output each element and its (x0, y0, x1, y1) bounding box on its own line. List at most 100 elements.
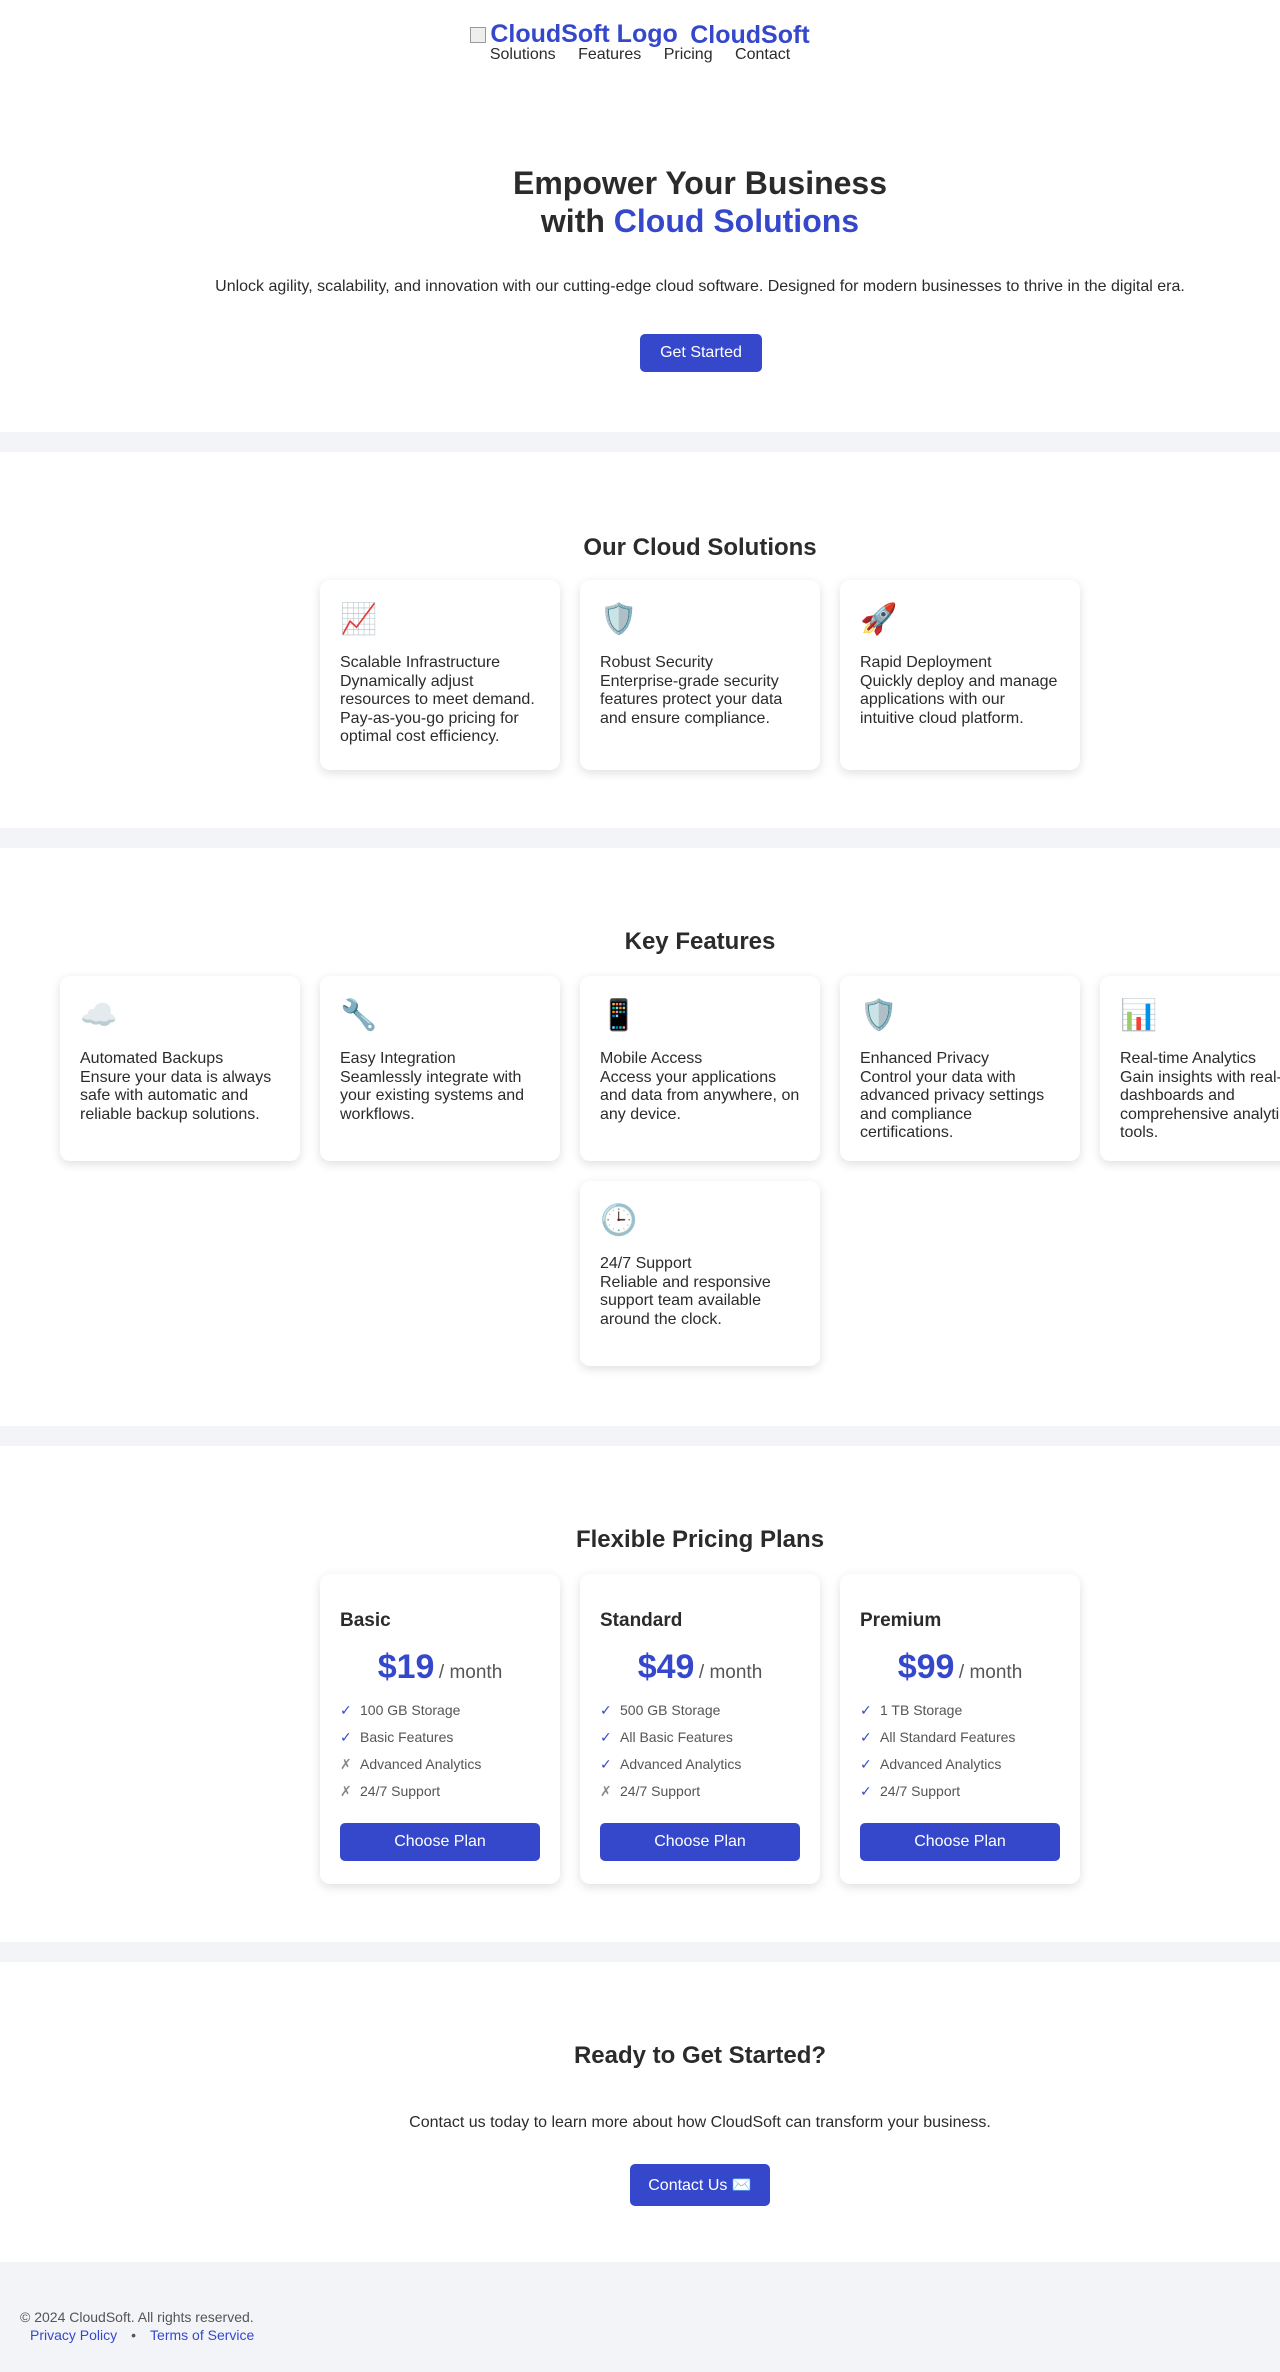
check-icon: ✓ (340, 1702, 352, 1718)
feature-card: 🛡️ Enhanced Privacy Control your data with… (840, 976, 1080, 1161)
solution-card-title: Robust Security (600, 654, 713, 671)
plan-feature-item: ✓ Basic Features (340, 1724, 540, 1751)
pricing-plan-card: Basic $19 / month ✓ 100 GB Storage ✓ Basic Fe… (320, 1574, 560, 1884)
features-section: Key Features ☁️ Automated Backups Ensure y… (0, 848, 1280, 1426)
feature-card-description: Control your data with advanced privacy … (860, 1068, 1045, 1142)
solution-card: 🛡️ Robust Security Enterprise-grade securi… (580, 580, 820, 770)
privacy-policy-link[interactable]: Privacy Policy (30, 2327, 117, 2343)
plan-feature-item: ✓ Advanced Analytics (860, 1751, 1060, 1778)
plan-feature-text: Advanced Analytics (880, 1756, 1002, 1772)
section-divider (0, 828, 1280, 848)
plan-feature-item: ✓ 500 GB Storage (600, 1697, 800, 1724)
plan-feature-text: Basic Features (360, 1729, 454, 1745)
shield-icon: 🛡️ (600, 603, 638, 636)
check-icon: ✓ (860, 1756, 872, 1772)
feature-card-description: Seamlessly integrate with your existing … (340, 1068, 525, 1123)
feature-card-title: 24/7 Support (600, 1255, 692, 1272)
section-divider (0, 1426, 1280, 1446)
check-icon: ✓ (600, 1702, 612, 1718)
plan-name: Standard (600, 1610, 683, 1631)
plan-period: / month (698, 1662, 763, 1683)
nav-solutions[interactable]: Solutions (490, 46, 556, 63)
clock-icon: 🕒 (600, 1204, 638, 1237)
cta-text: Contact us today to learn more about how… (409, 2114, 991, 2131)
check-icon: ✓ (860, 1783, 872, 1799)
plan-amount: $99 (897, 1648, 955, 1686)
features-title: Key Features (624, 928, 776, 955)
plan-feature-text: All Basic Features (620, 1729, 733, 1745)
contact-us-button[interactable]: Contact Us ✉️ (630, 2164, 770, 2206)
footer-separator: • (131, 2327, 137, 2343)
plan-feature-text: All Standard Features (880, 1729, 1016, 1745)
plan-feature-item: ✓ All Basic Features (600, 1724, 800, 1751)
cross-icon: ✗ (600, 1783, 612, 1799)
choose-plan-button[interactable]: Choose Plan (340, 1823, 540, 1861)
plan-name: Basic (340, 1610, 391, 1631)
site-header: CloudSoft Logo CloudSoft Solutions Featu… (0, 0, 1280, 96)
site-footer: © 2024 CloudSoft. All rights reserved. P… (0, 2262, 1280, 2372)
feature-card-title: Mobile Access (600, 1050, 703, 1067)
feature-card: ☁️ Automated Backups Ensure your data is a… (60, 976, 300, 1161)
feature-card-title: Automated Backups (80, 1050, 224, 1067)
solution-card: 📈 Scalable Infrastructure Dynamically adju… (320, 580, 560, 770)
bar-chart-icon: 📊 (1120, 999, 1158, 1032)
plan-feature-item: ✓ Advanced Analytics (600, 1751, 800, 1778)
rocket-icon: 🚀 (860, 603, 898, 636)
brand-name[interactable]: CloudSoft (690, 21, 809, 49)
pricing-plan-card: Premium $99 / month ✓ 1 TB Storage ✓ All Stan… (840, 1574, 1080, 1884)
cross-icon: ✗ (340, 1756, 352, 1772)
plan-feature-item: ✓ 100 GB Storage (340, 1697, 540, 1724)
feature-card: 🔧 Easy Integration Seamlessly integrate wi… (320, 976, 560, 1161)
plan-feature-text: 24/7 Support (620, 1783, 701, 1799)
logo-image[interactable]: CloudSoft Logo (470, 20, 678, 49)
hero-subtitle: Unlock agility, scalability, and innovat… (215, 278, 1185, 295)
feature-card-title: Easy Integration (340, 1050, 456, 1067)
solutions-section: Our Cloud Solutions 📈 Scalable Infrastruc… (0, 452, 1280, 828)
section-divider (0, 1942, 1280, 1962)
plan-feature-item: ✓ 1 TB Storage (860, 1697, 1060, 1724)
feature-card: 📱 Mobile Access Access your applications a… (580, 976, 820, 1161)
plan-price: $19 / month (340, 1648, 540, 1687)
solution-card-description: Dynamically adjust resources to meet dem… (340, 672, 535, 746)
plan-feature-list: ✓ 100 GB Storage ✓ Basic Features ✗ Advanced … (340, 1697, 540, 1805)
footer-links: Privacy Policy • Terms of Service (30, 2327, 254, 2343)
feature-card-description: Ensure your data is always safe with aut… (80, 1068, 272, 1123)
plan-feature-list: ✓ 1 TB Storage ✓ All Standard Features ✓ Adva… (860, 1697, 1060, 1805)
check-icon: ✓ (860, 1702, 872, 1718)
terms-of-service-link[interactable]: Terms of Service (150, 2327, 254, 2343)
chart-up-icon: 📈 (340, 603, 378, 636)
hero-title-accent: Cloud Solutions (613, 203, 860, 239)
plan-feature-item: ✓ All Standard Features (860, 1724, 1060, 1751)
solution-card: 🚀 Rapid Deployment Quickly deploy and mana… (840, 580, 1080, 770)
nav-features[interactable]: Features (578, 46, 641, 63)
mobile-phone-icon: 📱 (600, 999, 638, 1032)
feature-card-description: Access your applications and data from a… (600, 1068, 800, 1123)
feature-card-description: Gain insights with real-time dashboards … (1120, 1068, 1280, 1142)
feature-card-title: Enhanced Privacy (860, 1050, 989, 1067)
feature-card-title: Real-time Analytics (1120, 1050, 1257, 1067)
pricing-section: Flexible Pricing Plans Basic $19 / month ✓… (0, 1446, 1280, 1942)
choose-plan-button[interactable]: Choose Plan (860, 1823, 1060, 1861)
feature-card: 🕒 24/7 Support Reliable and responsive sup… (580, 1181, 820, 1366)
solutions-title: Our Cloud Solutions (583, 534, 817, 561)
plan-price: $99 / month (860, 1648, 1060, 1687)
hero-section: Empower Your Business with Cloud Solutio… (0, 96, 1280, 432)
nav-pricing[interactable]: Pricing (664, 46, 713, 63)
solution-card-description: Quickly deploy and manage applications w… (860, 672, 1058, 727)
plan-feature-text: 500 GB Storage (620, 1702, 721, 1718)
feature-card-description: Reliable and responsive support team ava… (600, 1273, 771, 1328)
plan-feature-item: ✗ 24/7 Support (340, 1778, 540, 1805)
nav-contact[interactable]: Contact (735, 46, 790, 63)
shield-icon: 🛡️ (860, 999, 898, 1032)
hero-title: Empower Your Business with Cloud Solutio… (0, 164, 1280, 240)
plan-feature-text: Advanced Analytics (620, 1756, 742, 1772)
check-icon: ✓ (600, 1756, 612, 1772)
solution-card-title: Scalable Infrastructure (340, 654, 501, 671)
choose-plan-button[interactable]: Choose Plan (600, 1823, 800, 1861)
plan-amount: $49 (637, 1648, 695, 1686)
cloud-icon: ☁️ (80, 999, 118, 1032)
pricing-title: Flexible Pricing Plans (575, 1526, 825, 1553)
get-started-button[interactable]: Get Started (640, 334, 762, 372)
plan-period: / month (438, 1662, 503, 1683)
plan-feature-item: ✓ 24/7 Support (860, 1778, 1060, 1805)
